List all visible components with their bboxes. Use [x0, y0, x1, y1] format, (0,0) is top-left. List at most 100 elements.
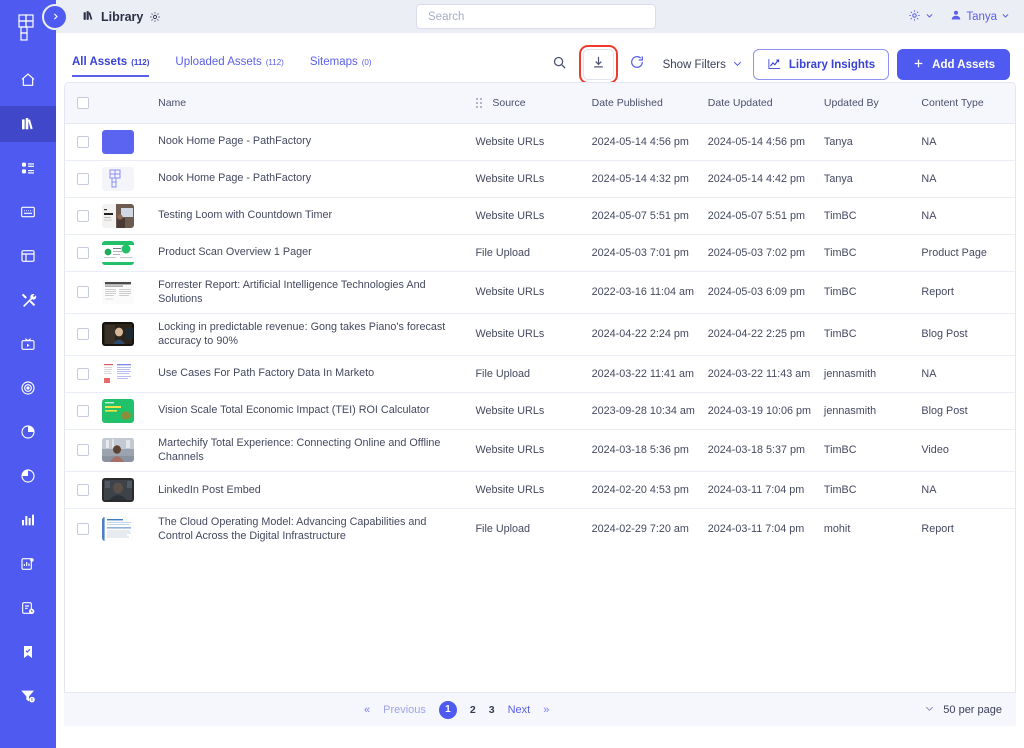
search-button[interactable] — [543, 49, 575, 80]
row-date-updated-cell: 2024-03-19 10:06 pm — [701, 392, 818, 430]
table-row[interactable]: Locking in predictable revenue: Gong tak… — [65, 313, 1015, 356]
row-date-published-cell: 2024-04-22 2:24 pm — [585, 313, 702, 356]
user-menu-button[interactable]: Tanya — [950, 9, 1010, 24]
row-name-cell[interactable]: Nook Home Page - PathFactory — [152, 160, 470, 198]
row-checkbox[interactable] — [77, 246, 89, 259]
chevron-down-icon — [732, 58, 743, 72]
row-name-cell[interactable]: Use Cases For Path Factory Data In Marke… — [152, 355, 470, 393]
row-checkbox[interactable] — [77, 328, 89, 341]
row-name-cell[interactable]: LinkedIn Post Embed — [152, 471, 470, 509]
row-name-cell[interactable]: Nook Home Page - PathFactory — [152, 123, 470, 161]
column-header-name[interactable]: Name — [152, 83, 470, 124]
asset-thumbnail — [102, 477, 135, 502]
row-name-cell[interactable]: Locking in predictable revenue: Gong tak… — [152, 313, 470, 356]
sidebar-item-library[interactable] — [0, 106, 56, 142]
sidebar-item-tools[interactable] — [0, 282, 56, 318]
sidebar-item-bookmark-check[interactable] — [0, 634, 56, 670]
table-row[interactable]: Martechify Total Experience: Connecting … — [65, 429, 1015, 472]
row-updated-by-cell: TimBC — [817, 471, 916, 509]
row-checkbox[interactable] — [77, 444, 89, 457]
row-name-cell[interactable]: Vision Scale Total Economic Impact (TEI)… — [152, 392, 470, 430]
table-row[interactable]: LinkedIn Post Embed Website URLs 2024-02-2… — [65, 471, 1015, 509]
settings-menu-button[interactable] — [908, 9, 934, 25]
table-row[interactable]: Forrester Report: Artificial Intelligenc… — [65, 271, 1015, 314]
row-checkbox[interactable] — [77, 209, 89, 222]
row-name-cell[interactable]: Product Scan Overview 1 Pager — [152, 234, 470, 272]
sidebar-item-pie-chart-alt[interactable] — [0, 458, 56, 494]
row-source-cell: Website URLs — [469, 313, 586, 356]
library-insights-button[interactable]: Library Insights — [752, 49, 890, 80]
column-label-date-updated: Date Updated — [707, 96, 773, 109]
row-checkbox[interactable] — [77, 523, 89, 536]
next-page-button[interactable]: Next — [508, 704, 531, 716]
row-select-cell — [65, 123, 97, 161]
column-header-content-type[interactable]: Content Type — [915, 83, 1015, 124]
sidebar-item-clipboard-clock[interactable] — [0, 590, 56, 626]
chevron-down-icon — [924, 703, 935, 717]
row-updated-by-cell: Tanya — [817, 123, 916, 161]
row-checkbox[interactable] — [77, 483, 89, 496]
column-header-source[interactable]: Source — [469, 83, 586, 124]
sidebar-item-funnel-dollar[interactable] — [0, 678, 56, 714]
row-content-type-cell: NA — [915, 471, 1015, 509]
tab-label: Uploaded Assets — [175, 56, 262, 68]
row-thumbnail-cell — [96, 271, 153, 314]
row-checkbox[interactable] — [77, 367, 89, 380]
sidebar-item-report-add[interactable] — [0, 546, 56, 582]
row-name-cell[interactable]: Testing Loom with Countdown Timer — [152, 197, 470, 235]
select-all-checkbox[interactable] — [77, 96, 89, 109]
table-row[interactable]: Nook Home Page - PathFactory Website URLs… — [65, 160, 1015, 198]
global-search-box[interactable] — [416, 4, 656, 29]
sidebar-item-target[interactable] — [0, 370, 56, 406]
search-input[interactable] — [426, 9, 646, 24]
row-thumbnail-cell — [96, 160, 153, 198]
table-row[interactable]: Nook Home Page - PathFactory Website URLs… — [65, 123, 1015, 161]
sidebar-item-home[interactable] — [0, 62, 56, 98]
tab-sitemaps[interactable]: Sitemaps (0) — [310, 56, 372, 77]
sidebar-item-window-layout[interactable] — [0, 238, 56, 274]
first-page-button[interactable]: « — [364, 704, 370, 716]
row-checkbox[interactable] — [77, 172, 89, 185]
column-header-date-published[interactable]: Date Published — [585, 83, 702, 124]
row-source-cell: Website URLs — [469, 160, 586, 198]
asset-thumbnail — [102, 361, 135, 386]
refresh-button[interactable] — [621, 49, 653, 80]
add-assets-button[interactable]: Add Assets — [897, 49, 1010, 80]
show-filters-button[interactable]: Show Filters — [661, 58, 745, 72]
sidebar-item-bar-chart[interactable] — [0, 502, 56, 538]
column-header-updated-by[interactable]: Updated By — [817, 83, 916, 124]
sidebar-item-video-player[interactable] — [0, 326, 56, 362]
previous-page-button[interactable]: Previous — [383, 704, 426, 716]
table-row[interactable]: Product Scan Overview 1 Pager File Upload… — [65, 234, 1015, 272]
sidebar-item-content-blocks[interactable] — [0, 150, 56, 186]
download-button[interactable] — [578, 45, 618, 84]
row-select-cell — [65, 234, 97, 272]
tab-uploaded-assets[interactable]: Uploaded Assets (112) — [175, 56, 283, 77]
page-button-3[interactable]: 3 — [489, 704, 495, 716]
column-label-source: Source — [492, 96, 526, 109]
sidebar-item-keyboard[interactable] — [0, 194, 56, 230]
table-row[interactable]: The Cloud Operating Model: Advancing Cap… — [65, 508, 1015, 550]
table-row[interactable]: Testing Loom with Countdown Timer Website… — [65, 197, 1015, 235]
row-checkbox[interactable] — [77, 286, 89, 299]
table-row[interactable]: Vision Scale Total Economic Impact (TEI)… — [65, 392, 1015, 430]
row-checkbox[interactable] — [77, 404, 89, 417]
per-page-selector[interactable]: 50 per page — [924, 703, 1002, 717]
last-page-button[interactable]: » — [543, 704, 549, 716]
page-button-2[interactable]: 2 — [470, 704, 476, 716]
row-name-cell[interactable]: Martechify Total Experience: Connecting … — [152, 429, 470, 472]
tab-all-assets[interactable]: All Assets (112) — [72, 56, 150, 77]
row-thumbnail-cell — [96, 508, 152, 550]
gear-icon[interactable] — [149, 11, 161, 23]
row-date-updated-cell: 2024-04-22 2:25 pm — [701, 313, 818, 356]
column-header-date-updated[interactable]: Date Updated — [701, 83, 818, 124]
drag-dots-icon[interactable] — [475, 97, 483, 109]
page-button-1[interactable]: 1 — [438, 700, 457, 719]
row-name-cell[interactable]: Forrester Report: Artificial Intelligenc… — [152, 271, 470, 314]
row-name-cell[interactable]: The Cloud Operating Model: Advancing Cap… — [152, 508, 469, 550]
column-label-updated-by: Updated By — [823, 96, 879, 109]
row-checkbox[interactable] — [77, 135, 89, 148]
sidebar-expand-button[interactable] — [42, 4, 68, 30]
table-row[interactable]: Use Cases For Path Factory Data In Marke… — [65, 355, 1015, 393]
sidebar-item-pie-chart[interactable] — [0, 414, 56, 450]
